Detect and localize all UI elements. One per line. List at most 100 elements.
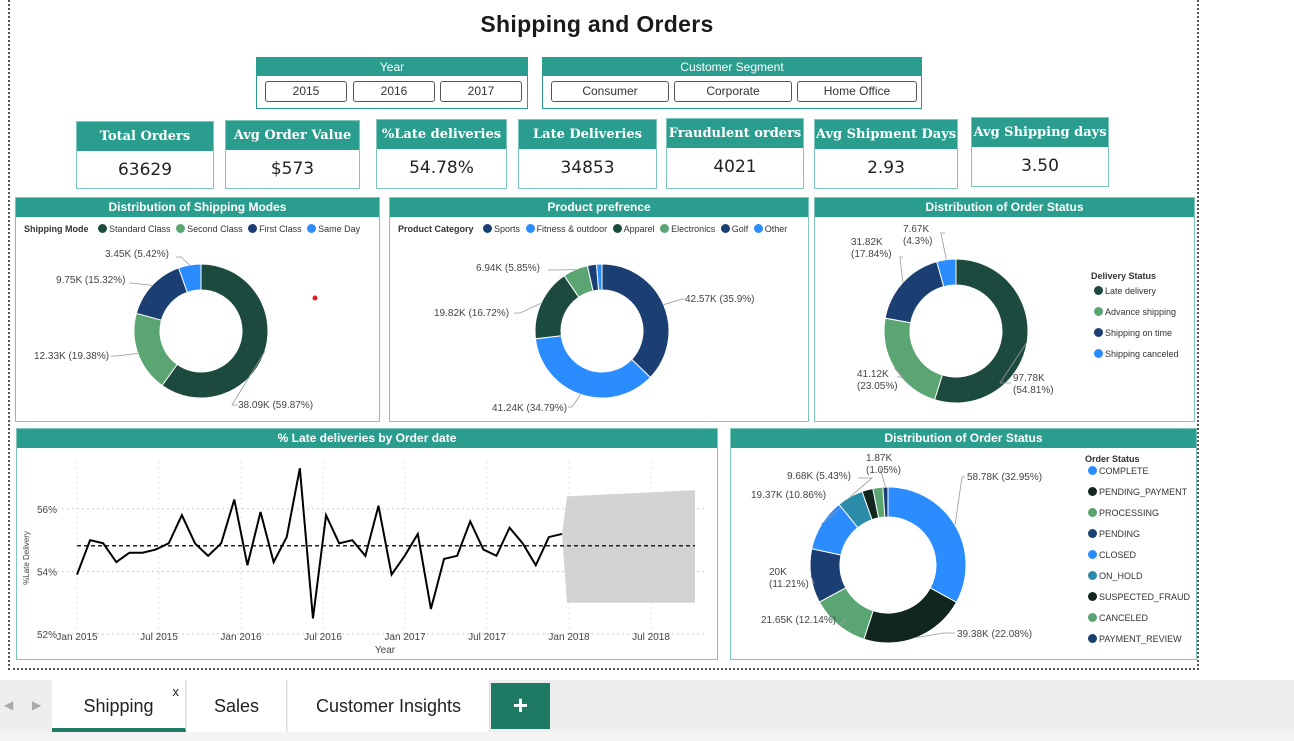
kpi-value: 34853 xyxy=(560,158,615,178)
panel-title: Distribution of Order Status xyxy=(731,429,1196,448)
y-tick-label: 54% xyxy=(37,567,57,578)
legend-item[interactable]: PENDING xyxy=(1099,529,1140,539)
kpi-label: Late Deliveries xyxy=(519,120,656,149)
data-label: 19.37K (10.86%) xyxy=(751,490,826,501)
tab-shipping[interactable]: Shipping x xyxy=(52,680,186,732)
kpi-label: Avg Order Value xyxy=(226,121,359,150)
x-tick-label: Jul 2016 xyxy=(304,632,342,643)
data-label: 9.68K (5.43%) xyxy=(787,471,851,482)
delivery-status-panel[interactable]: Distribution of Order Status Delivery St… xyxy=(814,197,1195,422)
order-status-legend: Order Status COMPLETE PENDING_PAYMENT PR… xyxy=(1085,454,1190,655)
year-2015-button[interactable]: 2015 xyxy=(265,81,347,102)
donut-slice-sports[interactable] xyxy=(601,263,670,379)
data-label: 3.45K (5.42%) xyxy=(105,249,169,260)
close-tab-icon[interactable]: x xyxy=(173,666,180,718)
leader-line xyxy=(663,298,685,306)
leader-line xyxy=(899,256,904,283)
panel-title: Product prefrence xyxy=(390,198,808,217)
shipping-modes-donut: 38.09K (59.87%) 12.33K (19.38%) 9.75K (15.… xyxy=(34,249,318,411)
year-slicer: Year 2015 2016 2017 xyxy=(256,57,528,109)
tab-label: Sales xyxy=(213,696,260,716)
red-marker-dot xyxy=(312,295,318,301)
data-label: (23.05%) xyxy=(857,381,898,392)
kpi-avg-order-value: Avg Order Value $573 xyxy=(225,120,360,189)
year-2017-button[interactable]: 2017 xyxy=(440,81,522,102)
donut-slice-complete[interactable] xyxy=(887,486,967,603)
kpi-value: 3.50 xyxy=(1021,156,1059,176)
year-2016-button[interactable]: 2016 xyxy=(353,81,435,102)
donut-slice-shipping-on-time[interactable] xyxy=(884,260,945,324)
y-tick-label: 52% xyxy=(37,630,57,641)
kpi-avg-shipping-days: Avg Shipping days 3.50 xyxy=(971,117,1109,187)
x-tick-label: Jan 2016 xyxy=(220,632,262,643)
late-deliveries-line-chart: 52% 54% 56% Jan 2015 Jul 2015 Jan 2016 Jul 201… xyxy=(22,462,707,656)
product-preference-donut: 42.57K (35.9%) 41.24K (34.79%) 19.82K (16.… xyxy=(434,263,755,414)
data-label: 42.57K (35.9%) xyxy=(685,294,755,305)
legend-item[interactable]: PROCESSING xyxy=(1099,508,1159,518)
segment-corporate-button[interactable]: Corporate xyxy=(674,81,792,102)
data-label: (54.81%) xyxy=(1013,385,1054,396)
delivery-status-donut: 97.78K(54.81%) 41.12K(23.05%) 31.82K(17.84… xyxy=(851,224,1054,404)
leader-line xyxy=(129,282,152,286)
segment-consumer-button[interactable]: Consumer xyxy=(551,81,669,102)
data-label: 41.12K xyxy=(857,369,889,380)
kpi-label: %Late deliveries xyxy=(377,120,506,149)
tab-label: Shipping xyxy=(83,696,154,716)
scroll-left-icon[interactable]: ◀ xyxy=(4,698,13,712)
kpi-value: 4021 xyxy=(713,157,757,177)
leader-line xyxy=(954,476,965,526)
y-tick-label: 56% xyxy=(37,505,57,516)
kpi-total-orders: Total Orders 63629 xyxy=(76,121,214,189)
x-tick-label: Jan 2017 xyxy=(384,632,426,643)
legend-item[interactable]: SUSPECTED_FRAUD xyxy=(1099,592,1190,602)
year-slicer-header: Year xyxy=(257,58,527,76)
donut-slice-fitness-outdoor[interactable] xyxy=(534,335,652,399)
legend-swatch xyxy=(1088,571,1097,580)
late-delivery-series-line[interactable] xyxy=(76,468,563,619)
legend-item[interactable]: COMPLETE xyxy=(1099,466,1149,476)
order-status-panel[interactable]: Distribution of Order Status Order Statu… xyxy=(730,428,1197,660)
late-deliveries-line-panel[interactable]: % Late deliveries by Order date 52% 54% 56… xyxy=(16,428,718,660)
legend-item[interactable]: CANCELED xyxy=(1099,613,1148,623)
data-label: (11.21%) xyxy=(769,579,809,590)
segment-home-office-button[interactable]: Home Office xyxy=(797,81,917,102)
add-page-button[interactable]: + xyxy=(491,683,550,729)
kpi-label: Avg Shipping days xyxy=(972,118,1108,147)
kpi-value: 2.93 xyxy=(867,158,905,178)
product-preference-panel[interactable]: Product prefrence Product Category Sport… xyxy=(389,197,809,422)
status-strip xyxy=(0,732,1294,741)
donut-slice-first-class[interactable] xyxy=(135,267,188,321)
kpi-value: $573 xyxy=(270,159,315,179)
data-label: 21.65K (12.14%) xyxy=(761,615,836,626)
shipping-modes-panel[interactable]: Distribution of Shipping Modes Shipping … xyxy=(15,197,380,422)
segment-slicer: Customer Segment Consumer Corporate Home… xyxy=(542,57,922,109)
kpi-late-deliveries: Late Deliveries 34853 xyxy=(518,119,657,189)
data-label: 7.67K xyxy=(903,224,929,235)
kpi-fraudulent-orders: Fraudulent orders 4021 xyxy=(666,118,804,189)
data-label: 6.94K (5.85%) xyxy=(476,263,540,274)
scroll-right-icon[interactable]: ▶ xyxy=(32,698,41,712)
legend-item[interactable]: PAYMENT_REVIEW xyxy=(1099,634,1182,644)
data-label: 31.82K xyxy=(851,237,883,248)
x-tick-label: Jul 2015 xyxy=(140,632,178,643)
legend-swatch xyxy=(1088,550,1097,559)
tab-sales[interactable]: Sales xyxy=(187,680,287,732)
tab-customer-insights[interactable]: Customer Insights xyxy=(288,680,490,732)
legend-item[interactable]: CLOSED xyxy=(1099,550,1136,560)
donut-slice-pending-payment[interactable] xyxy=(863,587,958,644)
legend-swatch xyxy=(1088,487,1097,496)
legend-swatch xyxy=(1088,634,1097,643)
kpi-value: 54.78% xyxy=(409,158,474,178)
report-title: Shipping and Orders xyxy=(480,11,714,37)
x-axis-label: Year xyxy=(375,645,396,656)
leader-line xyxy=(514,302,542,314)
leader-line xyxy=(568,394,582,408)
legend-item[interactable]: ON_HOLD xyxy=(1099,571,1143,581)
legend-item[interactable]: PENDING_PAYMENT xyxy=(1099,487,1187,497)
x-tick-label: Jan 2015 xyxy=(56,632,98,643)
kpi-avg-shipment-days: Avg Shipment Days 2.93 xyxy=(814,119,958,189)
leader-line xyxy=(176,256,190,266)
legend-title: Order Status xyxy=(1085,454,1140,464)
data-label: 19.82K (16.72%) xyxy=(434,308,509,319)
data-label: 97.78K xyxy=(1013,373,1045,384)
